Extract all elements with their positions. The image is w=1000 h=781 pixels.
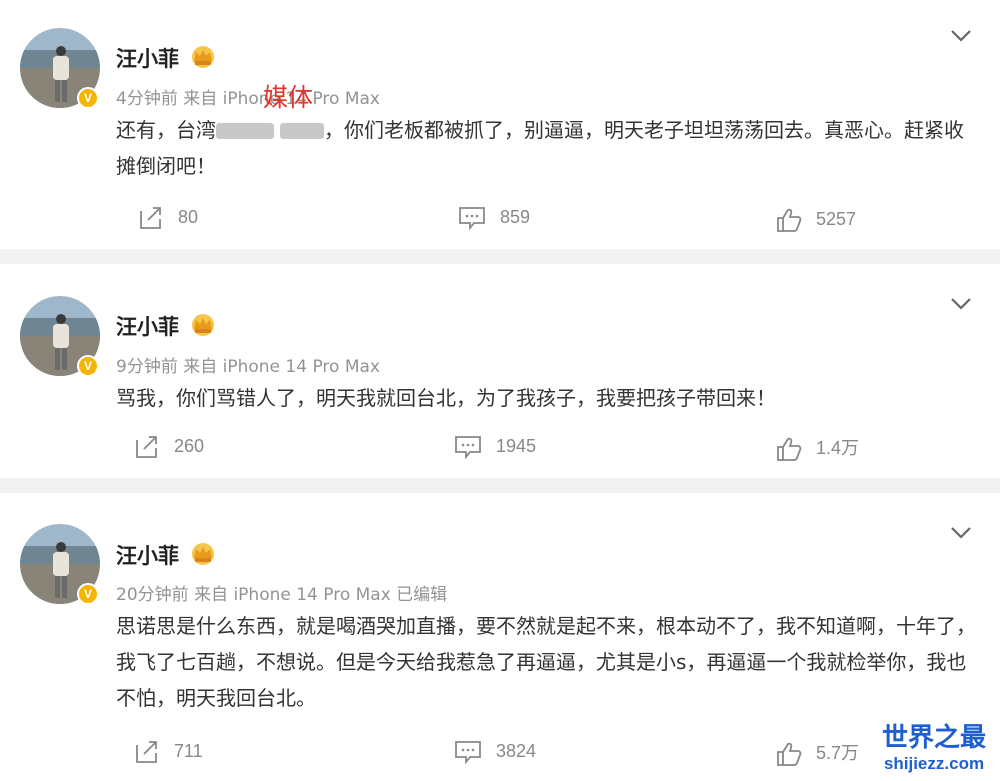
post-meta: 4分钟前 来自 iPhone 14 Pro Max [116, 89, 380, 109]
comment-button[interactable]: 859 [458, 203, 530, 231]
author-name[interactable]: 汪小菲 [116, 43, 179, 73]
crown-badge-icon [192, 314, 214, 336]
crown-badge-icon [192, 46, 214, 68]
like-icon [777, 437, 802, 462]
repost-icon [136, 741, 157, 764]
repost-button[interactable]: 80 [138, 203, 198, 231]
redacted-text [216, 123, 274, 139]
overlay-annotation: 媒体 [263, 83, 314, 112]
repost-count: 80 [178, 207, 199, 227]
verified-badge-icon: V [77, 87, 99, 109]
post-text: 骂我，你们骂错人了，明天我就回台北，为了我孩子，我要把孩子带回来！ [116, 386, 776, 410]
post-meta: 20分钟前 来自 iPhone 14 Pro Max 已编辑 [116, 585, 448, 605]
repost-icon [136, 436, 157, 459]
repost-count: 711 [174, 741, 203, 761]
crown-badge-icon [192, 543, 214, 565]
repost-button[interactable]: 260 [134, 432, 204, 460]
watermark-url: shijiezz.com [883, 754, 985, 773]
repost-button[interactable]: 711 [134, 737, 203, 765]
comment-count: 3824 [496, 741, 537, 761]
chevron-down-icon[interactable] [950, 29, 972, 43]
like-count: 5.7万 [816, 743, 860, 763]
verified-badge-icon: V [77, 583, 99, 605]
post-text-start: 还有，台湾 [116, 118, 216, 142]
weibo-post: V 汪小菲 20分钟前 来自 iPhone 14 Pro Max 已编辑 思诺思… [0, 493, 1000, 781]
author-name[interactable]: 汪小菲 [116, 311, 179, 341]
comment-count: 1945 [496, 436, 537, 456]
like-button[interactable]: 1.4万 [776, 434, 859, 462]
like-icon [777, 208, 802, 233]
weibo-post: V 汪小菲 9分钟前 来自 iPhone 14 Pro Max 骂我，你们骂错人… [0, 264, 1000, 478]
comment-icon [455, 436, 481, 460]
post-text: 还有，台湾 ，你们老板都被抓了，别逼逼，明天老子坦坦荡荡回去。真恶心。赶紧收摊倒闭… [116, 112, 976, 184]
site-watermark: 世界之最 shijiezz.com [872, 722, 996, 778]
like-icon [777, 742, 802, 767]
chevron-down-icon[interactable] [950, 297, 972, 311]
weibo-post: V 汪小菲 4分钟前 来自 iPhone 14 Pro Max 还有，台湾 ，你们… [0, 0, 1000, 249]
comment-button[interactable]: 3824 [454, 737, 536, 765]
repost-icon [140, 207, 161, 230]
post-meta: 9分钟前 来自 iPhone 14 Pro Max [116, 357, 380, 377]
comment-button[interactable]: 1945 [454, 432, 536, 460]
comment-icon [455, 741, 481, 765]
like-count: 1.4万 [816, 438, 860, 458]
like-count: 5257 [816, 209, 857, 229]
author-name[interactable]: 汪小菲 [116, 540, 179, 570]
watermark-title: 世界之最 [881, 723, 986, 753]
redacted-text [280, 123, 324, 139]
verified-badge-icon: V [77, 355, 99, 377]
post-text: 思诺思是什么东西，就是喝酒哭加直播，要不然就是起不来，根本动不了，我不知道啊，十… [116, 614, 976, 710]
chevron-down-icon[interactable] [950, 526, 972, 540]
repost-count: 260 [174, 436, 205, 456]
like-button[interactable]: 5.7万 [776, 739, 859, 767]
comment-count: 859 [500, 207, 531, 227]
comment-icon [459, 207, 485, 231]
like-button[interactable]: 5257 [776, 205, 856, 233]
